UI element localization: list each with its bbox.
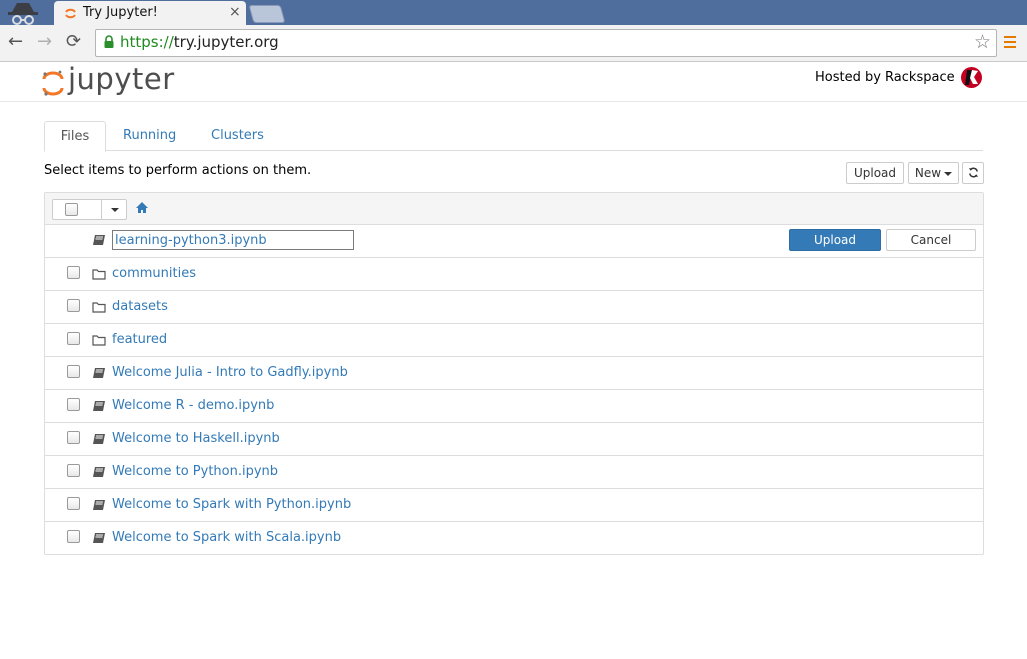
file-rows: communities datasets featured Welcome Julia… bbox=[45, 258, 983, 554]
refresh-button[interactable] bbox=[962, 162, 984, 184]
select-all-dropdown[interactable] bbox=[52, 199, 127, 220]
file-row[interactable]: Welcome to Spark with Scala.ipynb bbox=[45, 522, 983, 554]
upload-filename-input[interactable] bbox=[112, 230, 354, 250]
file-row[interactable]: Welcome to Haskell.ipynb bbox=[45, 423, 983, 456]
browser-toolbar: ← → ⟳ https://try.jupyter.org ☆ bbox=[0, 25, 1027, 62]
caret-down-icon bbox=[944, 171, 953, 176]
file-link[interactable]: communities bbox=[112, 266, 196, 281]
incognito-icon bbox=[8, 3, 38, 25]
row-checkbox[interactable] bbox=[67, 299, 80, 312]
url-text: https://try.jupyter.org bbox=[120, 33, 279, 51]
upload-row: Upload Cancel bbox=[45, 225, 983, 258]
notebook-icon bbox=[93, 235, 105, 245]
file-row[interactable]: Welcome to Python.ipynb bbox=[45, 456, 983, 489]
browser-tab-title: Try Jupyter! bbox=[83, 5, 158, 20]
row-checkbox[interactable] bbox=[67, 530, 80, 543]
file-link[interactable]: Welcome Julia - Intro to Gadfly.ipynb bbox=[112, 365, 348, 380]
reload-icon[interactable]: ⟳ bbox=[66, 31, 81, 52]
new-tab-button[interactable] bbox=[248, 5, 286, 23]
upload-confirm-button[interactable]: Upload bbox=[789, 229, 881, 251]
jupyter-favicon-icon bbox=[65, 8, 76, 19]
upload-cancel-button[interactable]: Cancel bbox=[886, 229, 976, 251]
row-checkbox[interactable] bbox=[67, 365, 80, 378]
home-icon[interactable] bbox=[135, 201, 149, 214]
tab-files[interactable]: Files bbox=[44, 121, 106, 152]
back-arrow-icon[interactable]: ← bbox=[8, 31, 23, 52]
file-link[interactable]: Welcome R - demo.ipynb bbox=[112, 398, 274, 413]
hosted-by-text: Hosted by Rackspace bbox=[815, 70, 955, 85]
file-link[interactable]: datasets bbox=[112, 299, 168, 314]
tab-running[interactable]: Running bbox=[123, 121, 176, 150]
folder-icon bbox=[92, 269, 106, 280]
rackspace-logo-icon[interactable] bbox=[960, 66, 983, 89]
file-row[interactable]: featured bbox=[45, 324, 983, 357]
file-row[interactable]: Welcome R - demo.ipynb bbox=[45, 390, 983, 423]
file-list: Upload Cancel communities datasets feature… bbox=[44, 192, 984, 555]
file-link[interactable]: Welcome to Haskell.ipynb bbox=[112, 431, 280, 446]
file-row[interactable]: datasets bbox=[45, 291, 983, 324]
file-link[interactable]: Welcome to Spark with Scala.ipynb bbox=[112, 530, 341, 545]
file-list-header bbox=[45, 193, 983, 225]
select-all-checkbox[interactable] bbox=[65, 203, 78, 216]
row-checkbox[interactable] bbox=[67, 497, 80, 510]
notebook-icon bbox=[93, 500, 105, 510]
logo-wordmark: jupyter bbox=[68, 62, 175, 96]
jupyter-logo[interactable]: jupyter bbox=[42, 62, 182, 98]
url-host: try.jupyter.org bbox=[173, 33, 279, 51]
new-dropdown-button[interactable]: New bbox=[908, 162, 959, 184]
selection-hint: Select items to perform actions on them. bbox=[44, 163, 312, 178]
folder-icon bbox=[92, 302, 106, 313]
upload-button[interactable]: Upload bbox=[846, 162, 904, 184]
new-button-label: New bbox=[914, 166, 942, 180]
row-checkbox[interactable] bbox=[67, 332, 80, 345]
address-bar[interactable]: https://try.jupyter.org ☆ bbox=[95, 29, 997, 57]
file-link[interactable]: featured bbox=[112, 332, 167, 347]
forward-arrow-icon[interactable]: → bbox=[37, 31, 52, 52]
file-row[interactable]: Welcome to Spark with Python.ipynb bbox=[45, 489, 983, 522]
row-checkbox[interactable] bbox=[67, 398, 80, 411]
notebook-icon bbox=[93, 434, 105, 444]
notebook-icon bbox=[93, 533, 105, 543]
folder-icon bbox=[92, 335, 106, 346]
tab-close-icon[interactable]: × bbox=[229, 4, 241, 20]
refresh-icon bbox=[968, 167, 978, 178]
file-row[interactable]: communities bbox=[45, 258, 983, 291]
lock-icon bbox=[104, 35, 114, 48]
browser-menu-icon[interactable] bbox=[1004, 36, 1016, 51]
dropdown-divider bbox=[101, 200, 102, 219]
url-scheme: https:// bbox=[120, 33, 174, 51]
file-link[interactable]: Welcome to Spark with Python.ipynb bbox=[112, 497, 351, 512]
notebook-icon bbox=[93, 368, 105, 378]
row-checkbox[interactable] bbox=[67, 464, 80, 477]
browser-tab-active[interactable]: Try Jupyter! × bbox=[54, 1, 246, 25]
browser-tabstrip: Try Jupyter! × bbox=[0, 0, 1027, 25]
row-checkbox[interactable] bbox=[67, 431, 80, 444]
notebook-icon bbox=[93, 467, 105, 477]
bookmark-star-icon[interactable]: ☆ bbox=[974, 31, 991, 53]
tab-clusters[interactable]: Clusters bbox=[211, 121, 264, 150]
file-row[interactable]: Welcome Julia - Intro to Gadfly.ipynb bbox=[45, 357, 983, 390]
notebook-icon bbox=[93, 401, 105, 411]
row-checkbox[interactable] bbox=[67, 266, 80, 279]
file-link[interactable]: Welcome to Python.ipynb bbox=[112, 464, 278, 479]
dashboard-tabs: Files Running Clusters bbox=[44, 121, 983, 152]
select-caret-down-icon[interactable] bbox=[111, 208, 119, 212]
jupyter-header: jupyter Hosted by Rackspace bbox=[0, 62, 1027, 102]
jupyter-logo-icon bbox=[42, 70, 64, 96]
